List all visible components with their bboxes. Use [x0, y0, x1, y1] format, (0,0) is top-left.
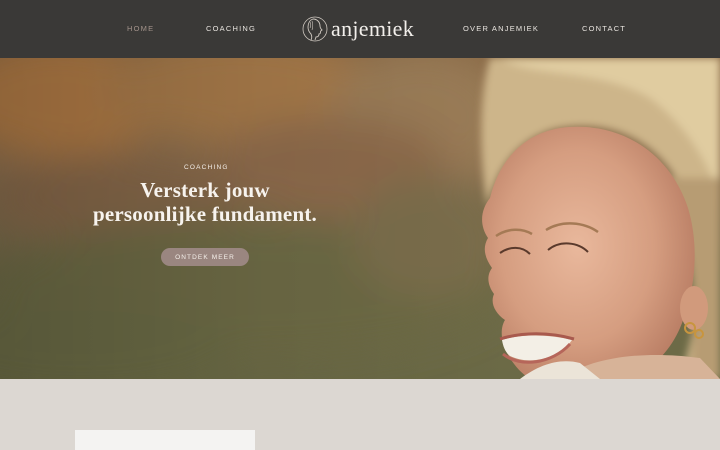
- nav-link-coaching[interactable]: COACHING: [206, 24, 256, 33]
- discover-more-button[interactable]: ONTDEK MEER: [161, 248, 249, 266]
- nav-link-home[interactable]: HOME: [127, 24, 154, 33]
- hero-eyebrow: COACHING: [184, 164, 229, 171]
- profile-face-logo-icon: [302, 16, 328, 42]
- hero-title-line-2: persoonlijke fundament.: [93, 202, 317, 226]
- site-logo[interactable]: anjemiek: [302, 12, 414, 46]
- content-section: [0, 379, 720, 450]
- hero-title: Versterk jouw persoonlijke fundament.: [80, 178, 330, 226]
- content-card: [75, 430, 255, 450]
- hero-section: COACHING Versterk jouw persoonlijke fund…: [0, 58, 720, 379]
- logo-wordmark: anjemiek: [331, 16, 415, 41]
- nav-link-over-anjemiek[interactable]: OVER ANJEMIEK: [463, 24, 539, 33]
- top-navigation-bar: HOME COACHING anjemiek OVER ANJEMIEK CON…: [0, 0, 720, 58]
- nav-link-contact[interactable]: CONTACT: [582, 24, 626, 33]
- hero-title-line-1: Versterk jouw: [140, 178, 270, 202]
